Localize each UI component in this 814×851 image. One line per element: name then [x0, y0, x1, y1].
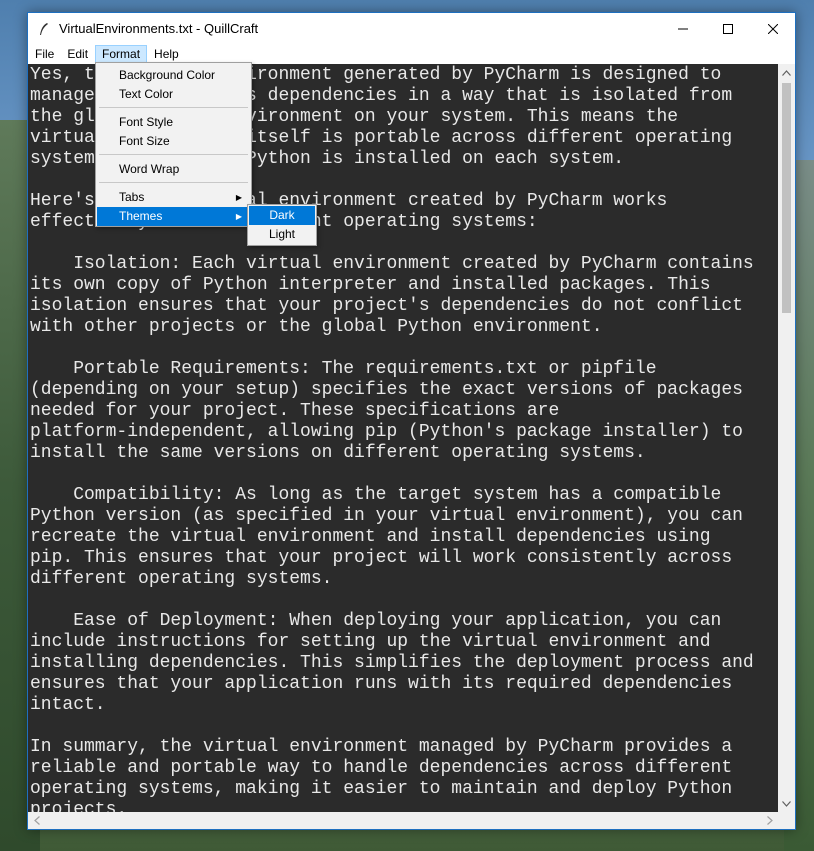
- horizontal-scrollbar[interactable]: [28, 812, 778, 829]
- quill-icon: [37, 22, 51, 36]
- submenu-arrow-icon: ▶: [235, 193, 242, 202]
- menu-item-label: Tabs: [119, 190, 145, 204]
- editor-line: projects.: [30, 800, 128, 812]
- scrollbar-corner: [778, 812, 795, 829]
- editor-line: installing dependencies. This simplifies…: [30, 653, 754, 673]
- theme-item-dark[interactable]: Dark: [249, 206, 315, 225]
- editor-line: Compatibility: As long as the target sys…: [30, 485, 722, 505]
- editor-line: isolation ensures that your project's de…: [30, 296, 743, 316]
- menu-item-themes[interactable]: Themes ▶: [97, 207, 250, 226]
- editor-line: Portable Requirements: The requirements.…: [30, 359, 657, 379]
- menu-item-text-color[interactable]: Text Color: [97, 85, 250, 104]
- editor-line: ensures that your application runs with …: [30, 674, 733, 694]
- editor-line: pip. This ensures that your project will…: [30, 548, 733, 568]
- menu-separator: [99, 182, 248, 183]
- editor-line: needed for your project. These specifica…: [30, 401, 560, 421]
- menu-separator: [99, 107, 248, 108]
- minimize-icon[interactable]: [660, 13, 705, 44]
- editor-line: platform-independent, allowing pip (Pyth…: [30, 422, 743, 442]
- scroll-right-icon[interactable]: [761, 812, 778, 829]
- menu-item-label: Font Size: [119, 134, 170, 148]
- menu-format[interactable]: Format: [95, 45, 148, 63]
- editor-line: with other projects or the global Python…: [30, 317, 603, 337]
- submenu-arrow-icon: ▶: [235, 212, 242, 221]
- editor-line: In summary, the virtual environment mana…: [30, 737, 733, 757]
- editor-line: operating systems, making it easier to m…: [30, 779, 733, 799]
- menu-bar: File Edit Format Help: [28, 44, 795, 64]
- editor-line: include instructions for setting up the …: [30, 632, 711, 652]
- scroll-up-icon[interactable]: [778, 64, 795, 81]
- menu-edit[interactable]: Edit: [61, 45, 94, 63]
- window-title: VirtualEnvironments.txt - QuillCraft: [59, 21, 259, 36]
- themes-submenu: Dark Light: [247, 204, 317, 246]
- close-icon[interactable]: [750, 13, 795, 44]
- editor-line: install the same versions on different o…: [30, 443, 646, 463]
- scroll-down-icon[interactable]: [778, 795, 795, 812]
- maximize-icon[interactable]: [705, 13, 750, 44]
- menu-item-label: Font Style: [119, 115, 174, 129]
- menu-help[interactable]: Help: [148, 45, 185, 63]
- format-dropdown-menu: Background Color Text Color Font Style F…: [95, 62, 252, 227]
- menu-item-background-color[interactable]: Background Color: [97, 66, 250, 85]
- editor-line: reliable and portable way to handle depe…: [30, 758, 733, 778]
- menu-item-font-style[interactable]: Font Style: [97, 113, 250, 132]
- editor-line: different operating systems.: [30, 569, 333, 589]
- editor-line: (depending on your setup) specifies the …: [30, 380, 743, 400]
- vertical-scrollbar[interactable]: [778, 64, 795, 812]
- editor-line: its own copy of Python interpreter and i…: [30, 275, 711, 295]
- title-bar[interactable]: VirtualEnvironments.txt - QuillCraft: [28, 13, 795, 44]
- menu-separator: [99, 154, 248, 155]
- menu-item-word-wrap[interactable]: Word Wrap: [97, 160, 250, 179]
- menu-item-tabs[interactable]: Tabs ▶: [97, 188, 250, 207]
- scroll-thumb[interactable]: [782, 83, 791, 313]
- menu-item-label: Background Color: [119, 68, 216, 82]
- editor-line: Isolation: Each virtual environment crea…: [30, 254, 754, 274]
- editor-line: Python version (as specified in your vir…: [30, 506, 743, 526]
- menu-item-label: Text Color: [119, 87, 174, 101]
- menu-item-font-size[interactable]: Font Size: [97, 132, 250, 151]
- editor-line: intact.: [30, 695, 106, 715]
- theme-item-light[interactable]: Light: [249, 225, 315, 244]
- scroll-left-icon[interactable]: [28, 812, 45, 829]
- menu-file[interactable]: File: [29, 45, 60, 63]
- editor-line: recreate the virtual environment and ins…: [30, 527, 711, 547]
- editor-line: Ease of Deployment: When deploying your …: [30, 611, 722, 631]
- window-controls: [660, 13, 795, 44]
- menu-item-label: Themes: [119, 209, 163, 223]
- menu-item-label: Word Wrap: [119, 162, 180, 176]
